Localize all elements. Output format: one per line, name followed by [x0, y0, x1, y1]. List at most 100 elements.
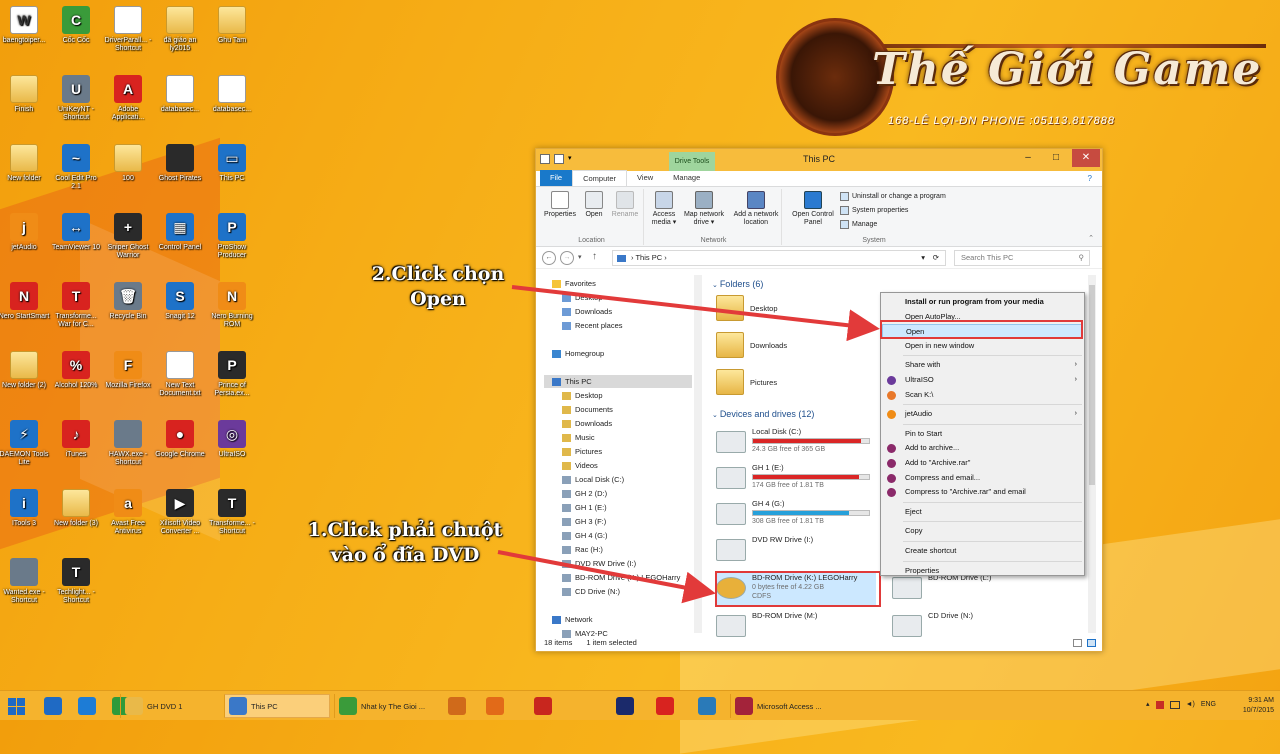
add-network-location-button[interactable]: Add a network location — [730, 191, 782, 227]
content-scrollbar[interactable] — [1088, 275, 1096, 633]
desktop-icon[interactable]: + Sniper Ghost Warrior — [102, 213, 154, 260]
nav-pc-item[interactable]: Music — [562, 433, 595, 442]
desktop-icon[interactable]: 🗑 Recycle Bin — [102, 282, 154, 321]
clock[interactable]: 9:31 AM 10/7/2015 — [1243, 696, 1274, 716]
address-dropdown-icon[interactable]: ▾ — [921, 251, 925, 265]
menu-item-share-with[interactable]: Share with › — [882, 358, 1083, 372]
drives-section-header[interactable]: ⌄ Devices and drives (12) — [712, 409, 814, 419]
access-media-button[interactable]: Access media ▾ — [648, 191, 680, 227]
show-hidden-icons-icon[interactable]: ▴ — [1146, 700, 1150, 710]
desktop-icon[interactable]: i ITools 3 — [0, 489, 50, 528]
desktop-icon[interactable]: N Nero Burning ROM — [206, 282, 258, 329]
details-view-icon[interactable] — [1073, 639, 1082, 647]
menu-item-open-in-new-window[interactable]: Open in new window — [882, 339, 1083, 353]
desktop-icon[interactable]: HAWX.exe - Shortcut — [102, 420, 154, 467]
search-input[interactable]: Search This PC ⚲ — [954, 250, 1090, 266]
menu-item-add-to-archive[interactable]: Add to archive... — [882, 441, 1083, 455]
large-icons-view-icon[interactable] — [1087, 639, 1096, 647]
network-icon[interactable] — [1169, 701, 1180, 709]
taskbar-item[interactable] — [612, 694, 642, 718]
folders-section-header[interactable]: ⌄ Folders (6) — [712, 279, 763, 289]
nav-pc-item[interactable]: Rac (H:) — [562, 545, 603, 554]
menu-item-scan-k[interactable]: Scan K:\ — [882, 388, 1083, 402]
nav-pc-item[interactable]: Downloads — [562, 419, 612, 428]
menu-item-ultraiso[interactable]: UltraISO › — [882, 373, 1083, 387]
open-button[interactable]: Open — [582, 191, 606, 219]
taskbar-item[interactable] — [482, 694, 512, 718]
nav-this-pc[interactable]: This PC — [552, 377, 592, 386]
nav-pc-item[interactable]: Local Disk (C:) — [562, 475, 624, 484]
nav-pc-item[interactable]: DVD RW Drive (I:) — [562, 559, 636, 568]
tab-manage[interactable]: Manage — [663, 170, 710, 186]
forward-button[interactable]: → — [560, 251, 574, 265]
map-network-drive-button[interactable]: Map network drive ▾ — [680, 191, 728, 227]
desktop-icon[interactable]: T Transforme... War for C... — [50, 282, 102, 329]
nav-pc-item[interactable]: Desktop — [562, 391, 603, 400]
taskbar-item[interactable] — [652, 694, 682, 718]
nav-network[interactable]: Network — [552, 615, 593, 624]
nav-favorite-item[interactable]: Desktop — [562, 293, 603, 302]
desktop-icon[interactable]: T Techlight... - Shortcut — [50, 558, 102, 605]
desktop-icon[interactable]: a Avast Free Antivirus — [102, 489, 154, 536]
taskbar-item[interactable]: Nhat ky The Gioi ... — [334, 694, 434, 718]
menu-item-compress-to-archive-rar-and-email[interactable]: Compress to "Archive.rar" and email — [882, 485, 1083, 499]
desktop-icon[interactable]: databasec... — [206, 75, 258, 114]
desktop-icon[interactable]: ↔ TeamViewer 10 — [50, 213, 102, 252]
desktop-icon[interactable]: ♪ iTunes — [50, 420, 102, 459]
open-control-panel-button[interactable]: Open Control Panel — [786, 191, 840, 227]
menu-item-create-shortcut[interactable]: Create shortcut — [882, 544, 1083, 558]
drive-item[interactable]: GH 1 (E:) 174 GB free of 1.81 TB — [716, 461, 876, 495]
desktop-icon[interactable]: databasec... — [154, 75, 206, 114]
scroll-thumb[interactable] — [1089, 285, 1095, 485]
desktop-icon[interactable]: DriverParall... - Shortcut — [102, 6, 154, 53]
desktop-icon[interactable]: đã giáo an ly2015 — [154, 6, 206, 53]
drive-item[interactable]: CD Drive (N:) — [892, 609, 1052, 643]
menu-item-install-or-run-program-from-your-media[interactable]: Install or run program from your media — [882, 295, 1083, 309]
desktop-icon[interactable]: New folder (2) — [0, 351, 50, 390]
desktop-icon[interactable]: ▶ Xilisoft Video Converter ... — [154, 489, 206, 536]
desktop-icon[interactable]: ▦ Control Panel — [154, 213, 206, 252]
menu-item-compress-and-email[interactable]: Compress and email... — [882, 471, 1083, 485]
recent-locations-icon[interactable]: ▾ — [578, 253, 582, 261]
desktop-icon[interactable]: ⚡ DAEMON Tools Lite — [0, 420, 50, 467]
drive-item[interactable]: BD-ROM Drive (M:) — [716, 609, 876, 643]
desktop-icon[interactable]: Wbaengtoiper... — [0, 6, 50, 45]
drive-item[interactable]: GH 4 (G:) 308 GB free of 1.81 TB — [716, 497, 876, 531]
desktop-icon[interactable]: T Transforme... - Shortcut — [206, 489, 258, 536]
folder-item[interactable]: Downloads — [716, 332, 787, 358]
collapse-ribbon-icon[interactable]: ⌃ — [1088, 234, 1094, 242]
minimize-button[interactable]: – — [1014, 149, 1042, 167]
system-properties-button[interactable]: System properties — [840, 206, 908, 215]
taskbar-item[interactable] — [530, 694, 560, 718]
menu-item-add-to-archive-rar[interactable]: Add to "Archive.rar" — [882, 456, 1083, 470]
desktop-icon[interactable]: ▭ This PC — [206, 144, 258, 183]
drive-item[interactable]: Local Disk (C:) 24.3 GB free of 365 GB — [716, 425, 876, 459]
tab-computer[interactable]: Computer — [572, 170, 628, 186]
address-box[interactable]: › This PC › ▾ ⟳ — [612, 250, 946, 266]
folder-item[interactable]: Desktop — [716, 295, 778, 321]
nav-pc-item[interactable]: GH 1 (E:) — [562, 503, 607, 512]
nav-homegroup[interactable]: Homegroup — [552, 349, 604, 358]
maximize-button[interactable]: □ — [1042, 149, 1070, 167]
desktop-icon[interactable]: j jetAudio — [0, 213, 50, 252]
menu-item-eject[interactable]: Eject — [882, 505, 1083, 519]
desktop-icon[interactable]: Wanted.exe - Shortcut — [0, 558, 50, 605]
nav-favorite-item[interactable]: Downloads — [562, 307, 612, 316]
desktop-icon[interactable]: U UniKeyNT - Shortcut — [50, 75, 102, 122]
language-indicator[interactable]: ENG — [1201, 700, 1216, 710]
desktop-icon[interactable]: N Nero StartSmart — [0, 282, 50, 321]
menu-item-copy[interactable]: Copy — [882, 524, 1083, 538]
desktop-icon[interactable]: F Mozilla Firefox — [102, 351, 154, 390]
desktop-icon[interactable]: ◎ UltraISO — [206, 420, 258, 459]
desktop-icon[interactable]: C Cốc Cốc — [50, 6, 102, 45]
taskbar-item[interactable] — [40, 694, 70, 718]
up-icon[interactable]: ↑ — [592, 251, 597, 262]
folder-item[interactable]: Pictures — [716, 369, 777, 395]
taskbar-item[interactable] — [694, 694, 724, 718]
refresh-icon[interactable]: ⟳ — [933, 251, 939, 265]
navigation-pane-scrollbar[interactable] — [694, 275, 702, 633]
nav-pc-item[interactable]: Pictures — [562, 447, 602, 456]
taskbar-item[interactable]: Microsoft Access ... — [730, 694, 830, 718]
flag-icon[interactable] — [1155, 701, 1164, 709]
tab-view[interactable]: View — [627, 170, 663, 186]
